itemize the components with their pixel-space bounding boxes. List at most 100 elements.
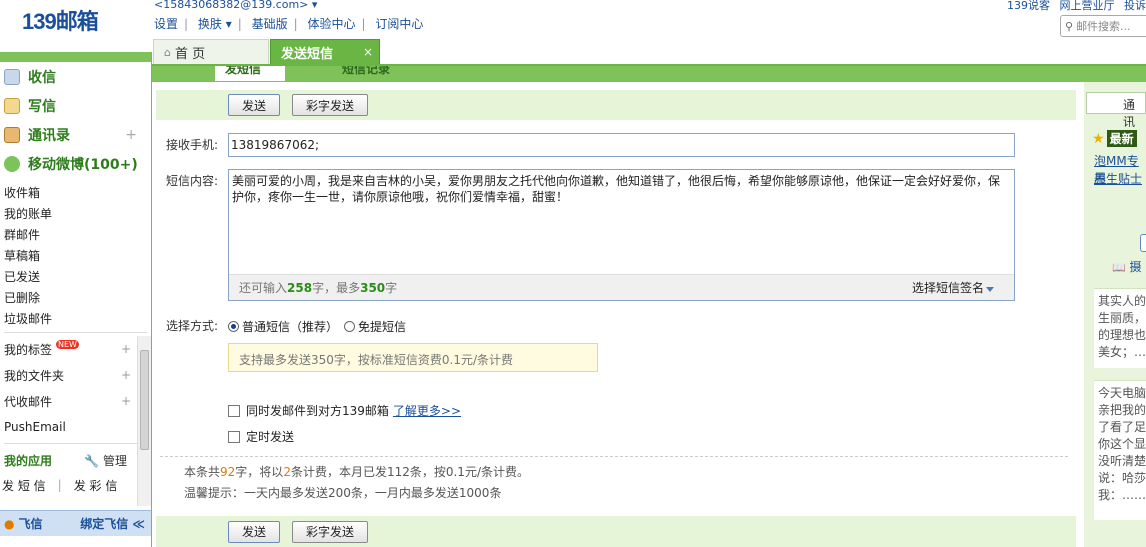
folder-group-mail[interactable]: 群邮件 — [0, 224, 151, 245]
fetion-label: 飞信 — [18, 517, 43, 531]
home-icon: ⌂ — [164, 46, 171, 59]
send-mail-checkbox[interactable] — [228, 404, 240, 417]
subtab-send-sms[interactable]: 发短信 — [214, 66, 286, 82]
signature-select[interactable]: 选择短信签名 — [912, 279, 994, 296]
latest-news-header: ★ 最新 — [1092, 130, 1137, 147]
add-tag-icon[interactable]: + — [121, 342, 131, 356]
top-links: 设置 | 换肤 ▾ | 基础版 | 体验中心 | 订阅中心 — [154, 17, 424, 31]
right-panel: 通讯 ★ 最新 泡MM专用 养生贴士 📖 摄 其实人的 生丽质， 的理想也 美女… — [1084, 66, 1146, 547]
my-apps-header: 我的应用 🔧 管理 — [0, 447, 151, 473]
subtab-sms-history[interactable]: 短信记录 — [332, 66, 412, 82]
sidebar-item-inbox[interactable]: 收信 — [0, 62, 151, 91]
radio-flash-label: 免提短信 — [358, 320, 407, 334]
radio-normal-label: 普通短信（推荐） — [242, 320, 339, 334]
check-timed-row: 定时发送 — [228, 428, 294, 445]
skin-link[interactable]: 换肤 ▾ — [198, 17, 232, 31]
sidebar-item-contacts[interactable]: 通讯录 + — [0, 120, 151, 149]
section-label: 我的文件夹 — [4, 368, 65, 383]
folder-inbox[interactable]: 收件箱 — [0, 182, 151, 203]
top-action-bar: 发送 彩字发送 — [156, 90, 1076, 120]
sidebar-item-label: 收信 — [28, 69, 56, 86]
bottom-action-bar: 发送 彩字发送 — [156, 516, 1076, 547]
message-count: 2 — [283, 465, 291, 479]
subtab-strip — [152, 66, 1084, 82]
experience-center-link[interactable]: 体验中心 — [308, 17, 356, 31]
apps-separator: | — [57, 478, 62, 492]
section-pushemail[interactable]: PushEmail — [0, 414, 151, 440]
sidebar-item-label: 通讯录 — [28, 127, 70, 144]
color-send-button-bottom[interactable]: 彩字发送 — [292, 520, 368, 543]
apps-manage-link[interactable]: 🔧 管理 — [84, 452, 127, 469]
scrollbar-thumb[interactable] — [140, 350, 149, 450]
sidebar-item-compose[interactable]: 写信 — [0, 91, 151, 120]
tab-send-sms[interactable]: 发送短信 × — [270, 39, 380, 65]
message-textarea[interactable]: 美丽可爱的小周，我是来自吉林的小吴，爱你男朋友之托代他向你道歉，他知道错了，他很… — [228, 169, 1015, 301]
folder-deleted[interactable]: 已删除 — [0, 287, 151, 308]
timed-send-checkbox[interactable] — [228, 430, 240, 443]
sidebar-divider — [4, 443, 147, 444]
phone-input[interactable]: 13819867062; — [228, 133, 1015, 157]
search-placeholder: 邮件搜索... — [1076, 20, 1131, 33]
send-button-bottom[interactable]: 发送 — [228, 520, 280, 543]
bind-fetion-link[interactable]: 绑定飞信 ≪ — [80, 515, 145, 532]
subscribe-center-link[interactable]: 订阅中心 — [375, 17, 423, 31]
folder-spam[interactable]: 垃圾邮件 — [0, 308, 151, 329]
section-pop-mail[interactable]: 代收邮件 + — [0, 388, 151, 414]
mode-label: 选择方式: — [166, 319, 219, 333]
app-send-sms[interactable]: 发 短 信 — [2, 477, 46, 494]
add-folder-icon[interactable]: + — [121, 368, 131, 382]
add-contact-icon[interactable]: + — [125, 127, 137, 143]
story-line: 亲把我的 — [1098, 403, 1146, 417]
sidebar-item-label: 写信 — [28, 98, 56, 115]
online-hall-link[interactable]: 网上营业厅 — [1060, 0, 1115, 12]
mail-search-input[interactable]: ⚲ 邮件搜索... — [1060, 15, 1146, 37]
color-send-button[interactable]: 彩字发送 — [292, 94, 368, 116]
story-line: 了看了足 — [1098, 420, 1146, 434]
check-mail-row: 同时发邮件到对方139邮箱 了解更多>> — [228, 402, 461, 419]
section-my-folders[interactable]: 我的文件夹 + — [0, 362, 151, 388]
settings-link[interactable]: 设置 — [154, 17, 178, 31]
sidebar-top-band — [0, 52, 151, 62]
folder-sent[interactable]: 已发送 — [0, 266, 151, 287]
latest-label: 最新 — [1106, 130, 1137, 147]
story-line: 我：…… — [1098, 488, 1146, 502]
send-button[interactable]: 发送 — [228, 94, 280, 116]
send-mail-label: 同时发邮件到对方139邮箱 — [246, 404, 389, 418]
contacts-search-input[interactable]: 通讯 — [1086, 92, 1146, 129]
mail-logo[interactable]: 139邮箱 — [22, 4, 99, 36]
radio-flash-sms[interactable] — [344, 321, 356, 332]
sidebar-scrollbar[interactable] — [137, 336, 151, 506]
book-icon[interactable]: 📖 摄 — [1112, 258, 1142, 275]
timed-send-label: 定时发送 — [246, 430, 295, 444]
user-email[interactable]: <15843068382@139.com> ▾ — [154, 0, 317, 11]
story-card-1[interactable]: 其实人的 生丽质， 的理想也 美女；… — [1094, 288, 1146, 368]
complaint-link[interactable]: 投诉 — [1124, 0, 1146, 12]
right-panel-strip — [1084, 66, 1146, 82]
folder-drafts[interactable]: 草稿箱 — [0, 245, 151, 266]
sidebar-item-weibo[interactable]: 移动微博(100+) — [0, 149, 151, 178]
remaining-count: 258 — [287, 280, 313, 295]
fetion-bar[interactable]: ● 飞信 绑定飞信 ≪ — [0, 510, 151, 536]
sidebar-divider — [4, 332, 147, 333]
message-text[interactable]: 美丽可爱的小周，我是来自吉林的小吴，爱你男朋友之托代他向你道歉，他知道错了，他很… — [229, 170, 1014, 274]
right-link-health[interactable]: 养生贴士 — [1094, 170, 1142, 187]
tab-home[interactable]: ⌂ 首 页 — [153, 39, 269, 65]
my-apps-title: 我的应用 — [4, 453, 53, 468]
learn-more-link[interactable]: 了解更多>> — [393, 402, 461, 419]
close-icon[interactable]: × — [363, 45, 373, 59]
app-send-mms[interactable]: 发 彩 信 — [74, 477, 118, 494]
section-label: 我的标签 — [4, 342, 53, 357]
story-card-2[interactable]: 今天电脑 亲把我的 了看了足 你这个显 没听清楚 说：哈莎 我：…… — [1094, 380, 1146, 520]
billing-info: 本条共92字，将以2条计费，本月已发112条，按0.1元/条计费。 — [184, 465, 529, 479]
shuoke-link[interactable]: 139说客 — [1007, 0, 1050, 12]
radio-normal-sms[interactable] — [228, 321, 239, 332]
folder-bills[interactable]: 我的账单 — [0, 203, 151, 224]
section-my-tags[interactable]: 我的标签 NEW + — [0, 336, 151, 362]
add-pop-icon[interactable]: + — [121, 394, 131, 408]
sidebar-item-label: 移动微博(100+) — [28, 156, 138, 173]
content-label: 短信内容: — [166, 174, 219, 188]
basic-version-link[interactable]: 基础版 — [252, 17, 288, 31]
story-line: 今天电脑 — [1098, 386, 1146, 400]
story-line: 没听清楚 — [1098, 454, 1146, 468]
right-links: 139说客 网上营业厅 投诉 — [1001, 0, 1146, 13]
